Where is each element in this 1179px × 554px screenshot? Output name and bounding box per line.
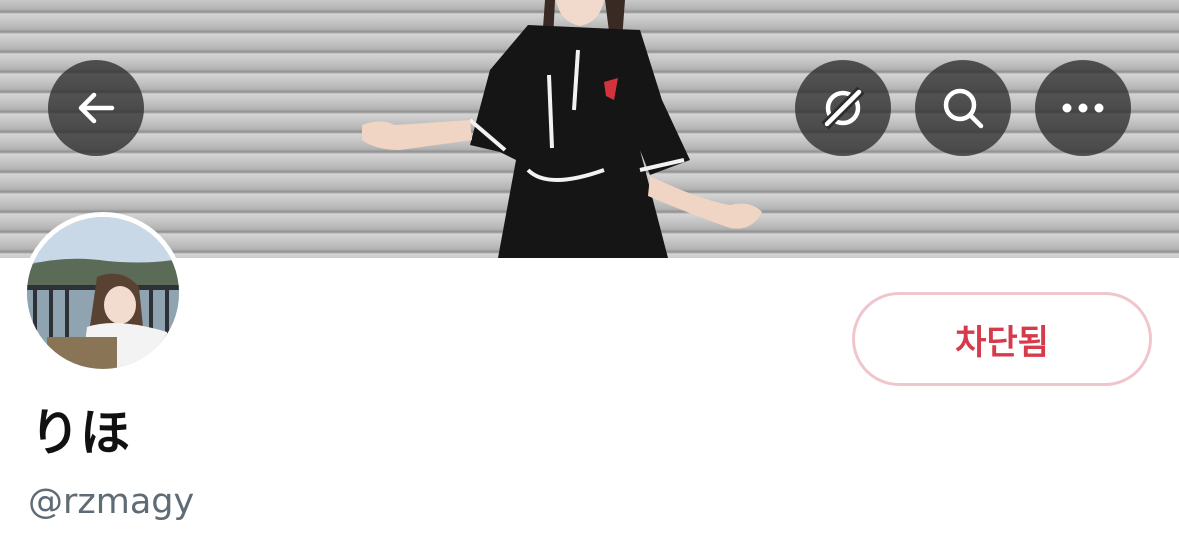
display-name: りほ (30, 404, 130, 462)
arrow-left-icon (74, 86, 118, 130)
more-horizontal-icon (1059, 100, 1107, 116)
translate-toggle-button[interactable] (795, 60, 891, 156)
search-icon (939, 84, 987, 132)
more-button[interactable] (1035, 60, 1131, 156)
avatar[interactable] (22, 212, 184, 374)
search-button[interactable] (915, 60, 1011, 156)
blocked-button[interactable]: 차단됨 (852, 292, 1152, 386)
no-sync-icon (819, 84, 867, 132)
user-handle: @rzmagy (28, 482, 195, 522)
blocked-button-label: 차단됨 (955, 322, 1049, 363)
back-button[interactable] (48, 60, 144, 156)
